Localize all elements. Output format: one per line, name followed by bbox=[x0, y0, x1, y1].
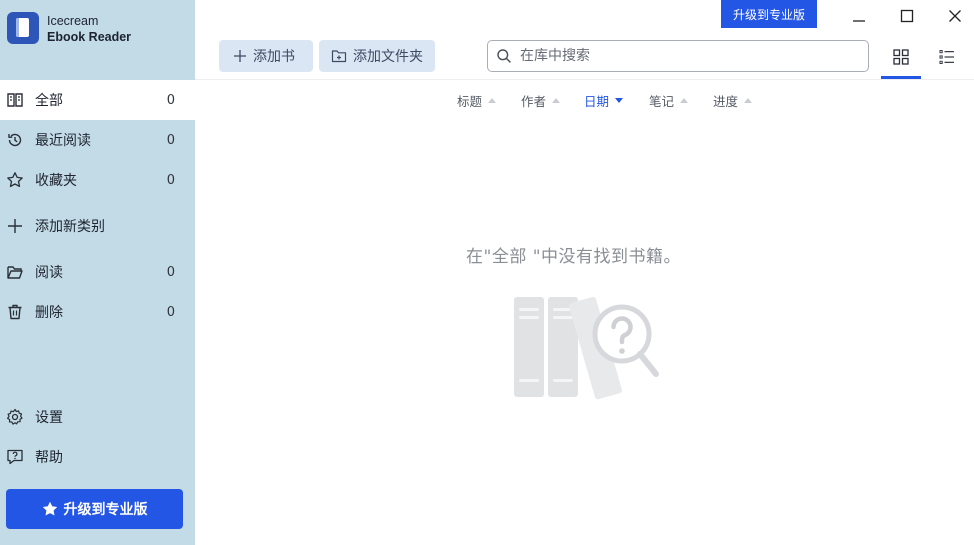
sort-by-author[interactable]: 作者 bbox=[521, 91, 561, 109]
list-view-button[interactable] bbox=[928, 40, 966, 74]
sidebar-item-recent[interactable]: 最近阅读 0 bbox=[0, 120, 195, 160]
trash-icon bbox=[8, 304, 22, 320]
sidebar-item-count: 0 bbox=[166, 264, 175, 280]
top-upgrade-label: 升级到专业版 bbox=[732, 7, 805, 22]
sort-by-notes[interactable]: 笔记 bbox=[649, 91, 689, 109]
star-icon bbox=[7, 172, 23, 188]
empty-books-illustration bbox=[514, 296, 659, 400]
sidebar-item-count: 0 bbox=[166, 304, 175, 320]
app-name: Icecream Ebook Reader bbox=[47, 13, 131, 45]
sort-label: 日期 bbox=[584, 93, 610, 109]
sidebar-item-label: 最近阅读 bbox=[35, 133, 91, 149]
list-view-icon bbox=[939, 50, 954, 65]
sort-by-progress[interactable]: 进度 bbox=[713, 91, 753, 109]
minimize-icon bbox=[853, 20, 865, 22]
folder-add-icon bbox=[331, 50, 347, 63]
sort-label: 标题 bbox=[457, 93, 483, 109]
sidebar-item-add-category[interactable]: 添加新类别 bbox=[0, 206, 195, 246]
sort-arrow-icon bbox=[488, 97, 497, 103]
plus-icon bbox=[234, 50, 246, 62]
grid-view-button[interactable] bbox=[882, 40, 920, 74]
search-input[interactable] bbox=[518, 47, 842, 65]
folder-open-icon bbox=[7, 266, 23, 279]
app-logo-icon bbox=[7, 12, 39, 44]
add-book-button[interactable]: 添加书 bbox=[219, 40, 313, 72]
sort-arrow-icon bbox=[680, 97, 689, 103]
maximize-icon bbox=[900, 9, 914, 23]
upgrade-to-pro-label: 升级到专业版 bbox=[63, 502, 148, 518]
grid-view-icon bbox=[893, 49, 909, 65]
help-icon bbox=[7, 449, 23, 465]
add-book-label: 添加书 bbox=[253, 49, 295, 65]
sidebar-item-label: 帮助 bbox=[35, 450, 63, 466]
close-icon bbox=[949, 10, 961, 22]
sidebar-item-label: 全部 bbox=[35, 93, 63, 109]
book-open-icon bbox=[7, 93, 23, 107]
empty-library-message: 在"全部 "中没有找到书籍。 bbox=[466, 247, 682, 267]
add-folder-label: 添加文件夹 bbox=[353, 49, 423, 65]
gear-icon bbox=[7, 408, 23, 425]
add-folder-button[interactable]: 添加文件夹 bbox=[319, 40, 435, 72]
maximize-button[interactable] bbox=[895, 4, 919, 28]
sidebar-item-label: 收藏夹 bbox=[35, 173, 77, 189]
sidebar-item-count: 0 bbox=[166, 172, 175, 188]
sidebar: Icecream Ebook Reader 全部 0 最近阅读 0 收藏夹 0 … bbox=[0, 0, 195, 545]
sidebar-item-count: 0 bbox=[166, 132, 175, 148]
sort-arrow-icon bbox=[552, 97, 561, 103]
sort-label: 笔记 bbox=[649, 93, 675, 109]
app-name-line2: Ebook Reader bbox=[47, 30, 132, 44]
sort-arrow-down-icon bbox=[615, 97, 624, 103]
sidebar-item-favorites[interactable]: 收藏夹 0 bbox=[0, 160, 195, 200]
sidebar-item-label: 阅读 bbox=[35, 265, 63, 281]
close-button[interactable] bbox=[943, 4, 967, 28]
minimize-button[interactable] bbox=[847, 4, 871, 28]
sidebar-item-settings[interactable]: 设置 bbox=[0, 397, 195, 437]
search-box[interactable] bbox=[487, 40, 869, 72]
sort-by-title[interactable]: 标题 bbox=[457, 91, 497, 109]
sidebar-item-all[interactable]: 全部 0 bbox=[0, 80, 195, 120]
app-name-line1: Icecream bbox=[47, 14, 99, 28]
toolbar-divider bbox=[195, 79, 974, 80]
sort-label: 进度 bbox=[713, 93, 739, 109]
sidebar-item-count: 0 bbox=[166, 92, 175, 108]
sidebar-item-deleted[interactable]: 删除 0 bbox=[0, 292, 195, 332]
star-filled-icon bbox=[42, 501, 57, 516]
sidebar-item-reading[interactable]: 阅读 0 bbox=[0, 252, 195, 292]
top-upgrade-button[interactable]: 升级到专业版 bbox=[721, 0, 817, 28]
sort-by-date[interactable]: 日期 bbox=[584, 91, 624, 109]
sidebar-item-label: 删除 bbox=[35, 305, 63, 321]
upgrade-to-pro-button[interactable]: 升级到专业版 bbox=[6, 489, 183, 529]
sidebar-item-label: 添加新类别 bbox=[35, 219, 105, 235]
search-icon bbox=[497, 49, 511, 63]
sidebar-item-help[interactable]: 帮助 bbox=[0, 437, 195, 477]
plus-icon bbox=[8, 219, 22, 233]
sort-arrow-icon bbox=[744, 97, 753, 103]
history-icon bbox=[8, 133, 22, 147]
sidebar-item-label: 设置 bbox=[35, 410, 63, 426]
sort-label: 作者 bbox=[521, 93, 547, 109]
